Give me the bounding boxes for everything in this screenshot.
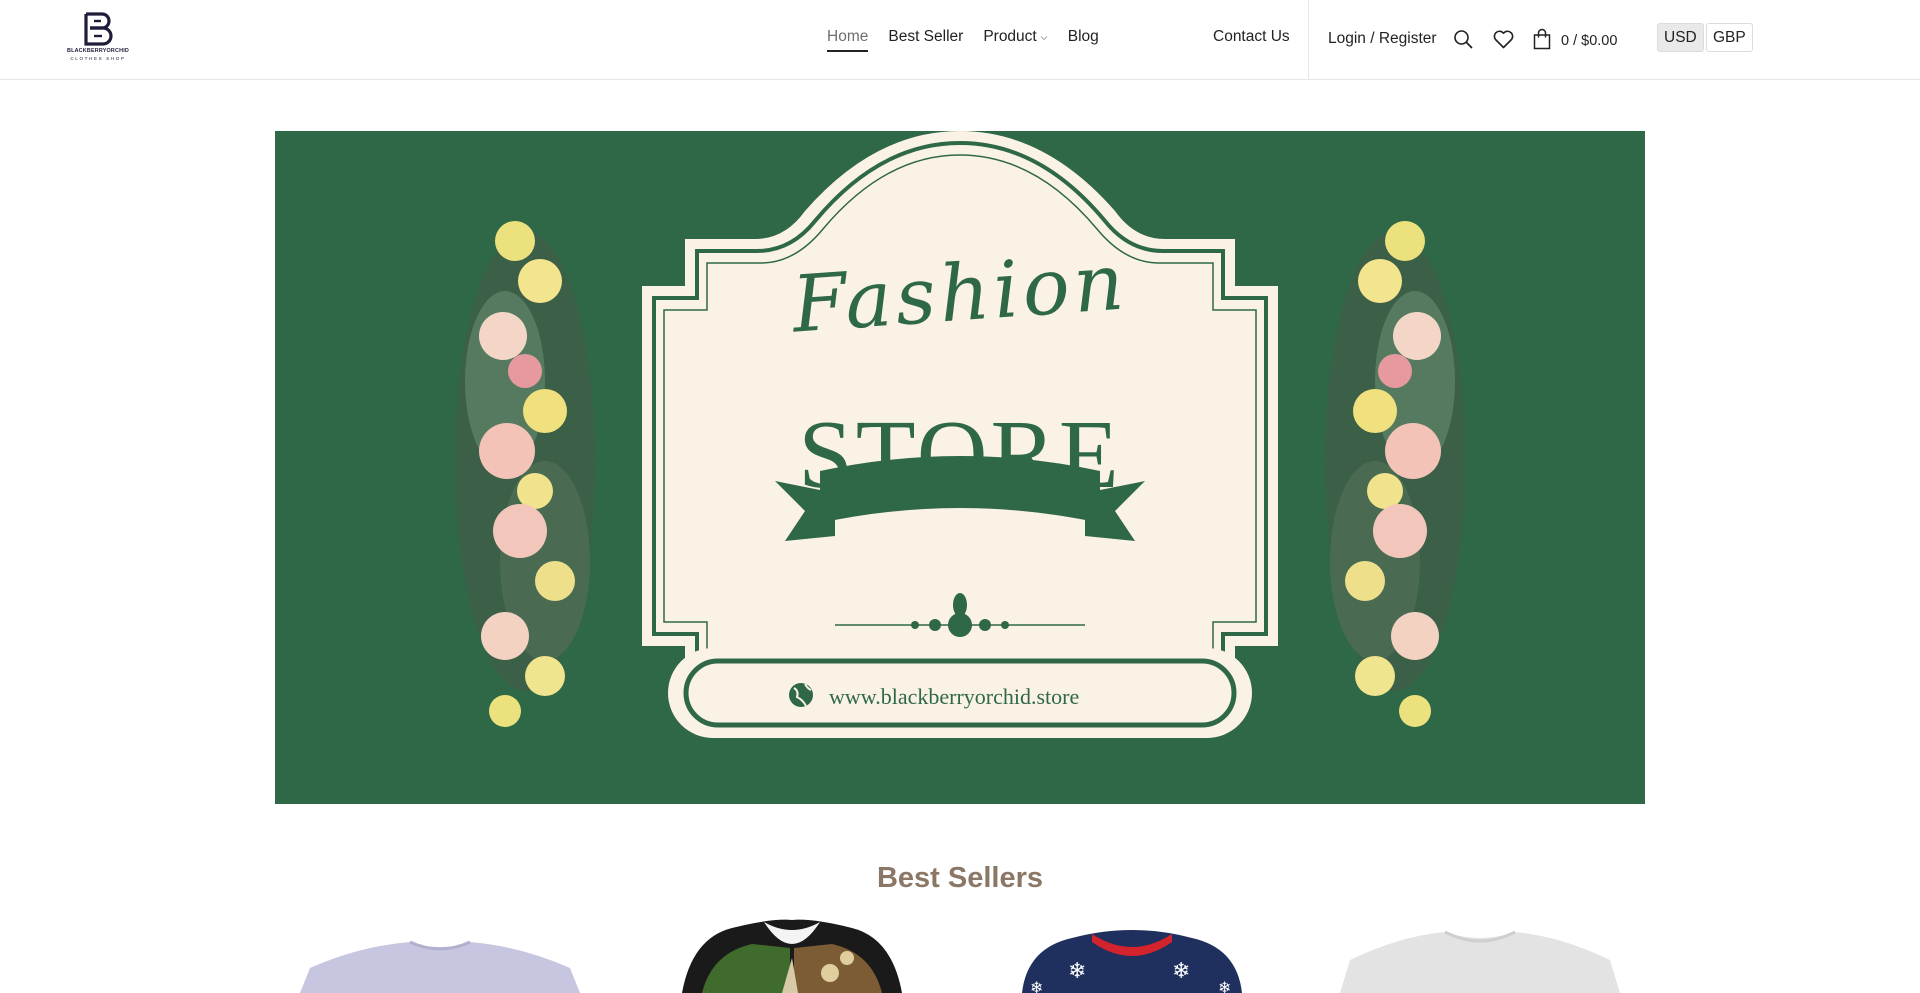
brand-logo-mark (84, 12, 113, 46)
hero-banner[interactable]: Fashion STORE Where Style Meets Elegance… (275, 131, 1645, 804)
product-image-white-tshirt (1340, 930, 1620, 993)
wishlist-button[interactable] (1492, 28, 1514, 50)
product-image-lavender-tshirt (300, 940, 580, 993)
search-icon (1454, 30, 1473, 49)
product-card-giraffe-hoodie[interactable] (672, 918, 912, 993)
search-button[interactable] (1452, 28, 1474, 50)
nav-item-blog[interactable]: Blog (1068, 28, 1099, 46)
header-divider (1308, 0, 1309, 80)
nav-item-product[interactable]: Product (983, 28, 1048, 46)
nav-item-best-seller[interactable]: Best Seller (888, 28, 963, 46)
best-sellers-title: Best Sellers (876, 862, 1044, 894)
currency-gbp-button[interactable]: GBP (1706, 23, 1753, 52)
globe-icon (789, 683, 813, 707)
svg-text:❄: ❄ (1068, 959, 1086, 984)
product-card-white-tshirt[interactable] (1330, 918, 1630, 993)
svg-text:❄: ❄ (1218, 978, 1231, 993)
product-card-snowflake-sweater[interactable]: ❄ ❄ ❄ ❄ (1012, 918, 1252, 993)
chevron-down-icon (1040, 36, 1048, 41)
nav-item-home[interactable]: Home (827, 28, 869, 52)
nav-item-product-label: Product (983, 28, 1037, 45)
brand-tagline: CLOTHES SHOP (70, 56, 126, 61)
product-image-snowflake-sweater: ❄ ❄ ❄ ❄ (1022, 930, 1242, 993)
svg-text:❄: ❄ (1030, 978, 1043, 993)
main-nav: Home Best Seller Product Blog (827, 28, 1119, 52)
product-card-lavender-tshirt[interactable] (290, 918, 590, 993)
brand-logo[interactable]: BLACKBERRYORCHID CLOTHES SHOP (62, 12, 134, 70)
login-register-link[interactable]: Login / Register (1328, 30, 1437, 48)
svg-text:❄: ❄ (1172, 959, 1190, 984)
hero-title: STORE (798, 401, 1122, 509)
site-header: BLACKBERRYORCHID CLOTHES SHOP Home Best … (0, 0, 1920, 80)
shopping-bag-icon (1533, 28, 1551, 50)
cart-button[interactable]: 0 / $0.00 (1532, 28, 1617, 50)
hero-url: www.blackberryorchid.store (829, 684, 1080, 709)
brand-name: BLACKBERRYORCHID (67, 48, 129, 54)
currency-usd-button[interactable]: USD (1657, 23, 1704, 52)
cart-total: 0 / $0.00 (1561, 33, 1618, 49)
product-image-giraffe-hoodie (682, 919, 902, 993)
heart-icon (1493, 30, 1513, 48)
contact-us-link[interactable]: Contact Us (1213, 28, 1290, 46)
